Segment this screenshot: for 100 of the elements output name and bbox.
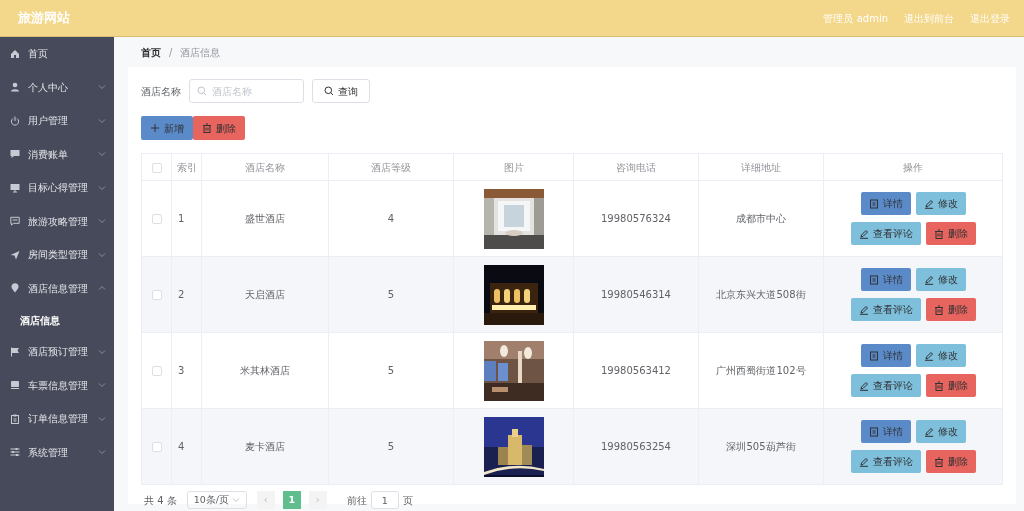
- sidebar-item[interactable]: 订单信息管理: [0, 402, 114, 436]
- column-header: 详细地址: [741, 161, 781, 173]
- column-header: 酒店名称: [245, 161, 285, 173]
- table-cell: 天启酒店: [245, 289, 285, 300]
- pencil-icon: [923, 198, 934, 209]
- table-cell: 19980576324: [601, 213, 671, 224]
- pin-icon: [10, 283, 20, 294]
- table-cell: 5: [387, 441, 395, 452]
- checkbox[interactable]: [151, 162, 162, 173]
- sliders-icon: [10, 447, 20, 458]
- delete-button[interactable]: 删除: [925, 222, 976, 245]
- goto-label: 前往: [346, 493, 367, 508]
- sidebar-item[interactable]: 房间类型管理: [0, 238, 114, 272]
- table-cell: 麦卡酒店: [245, 441, 285, 452]
- document-icon: [868, 426, 879, 437]
- table-cell: 北京东兴大道508街: [716, 289, 806, 300]
- table-cell: 米其林酒店: [240, 365, 290, 376]
- delete-button[interactable]: 删除: [925, 298, 976, 321]
- pencil-icon: [923, 426, 934, 437]
- pencil-icon: [923, 350, 934, 361]
- detail-button[interactable]: 详情: [860, 420, 911, 443]
- review-button[interactable]: 查看评论: [850, 450, 921, 473]
- delete-button[interactable]: 删除: [193, 116, 245, 140]
- detail-button[interactable]: 详情: [860, 192, 911, 215]
- sidebar-item[interactable]: 酒店预订管理: [0, 335, 114, 369]
- add-button[interactable]: 新增: [141, 116, 193, 140]
- clipboard-icon: [10, 413, 20, 424]
- edit-button[interactable]: 修改: [915, 192, 966, 215]
- table-cell: 盛世酒店: [245, 213, 285, 224]
- table-cell: 4: [178, 441, 185, 452]
- table-cell: 1: [178, 213, 185, 224]
- total-count: 共 4 条: [144, 493, 177, 508]
- sidebar-item[interactable]: 系统管理: [0, 435, 114, 469]
- pencil-icon: [923, 274, 934, 285]
- trash-icon: [933, 304, 944, 315]
- trash-icon: [933, 456, 944, 467]
- trash-icon: [933, 380, 944, 391]
- search-icon: [324, 86, 334, 96]
- detail-button[interactable]: 详情: [860, 344, 911, 367]
- detail-button[interactable]: 详情: [860, 268, 911, 291]
- edit-button[interactable]: 修改: [915, 268, 966, 291]
- review-button[interactable]: 查看评论: [850, 222, 921, 245]
- sidebar-item[interactable]: 旅游攻略管理: [0, 204, 114, 238]
- trash-icon: [933, 228, 944, 239]
- trash-icon: [202, 123, 212, 133]
- sidebar-item[interactable]: 首页: [0, 37, 114, 71]
- breadcrumb-separator: /: [169, 45, 173, 60]
- sidebar-item[interactable]: 用户管理: [0, 104, 114, 138]
- delete-button[interactable]: 删除: [925, 374, 976, 397]
- review-button[interactable]: 查看评论: [850, 298, 921, 321]
- document-icon: [868, 350, 879, 361]
- edit-button[interactable]: 修改: [915, 344, 966, 367]
- checkbox[interactable]: [151, 214, 162, 224]
- checkbox[interactable]: [151, 442, 162, 452]
- caret-icon: [231, 496, 240, 504]
- table-cell: 广州西蜀街道102号: [716, 365, 806, 376]
- table-cell: 3: [178, 365, 185, 376]
- sidebar-item[interactable]: 酒店信息管理: [0, 271, 114, 305]
- monitor-icon: [10, 182, 20, 193]
- sidebar-item[interactable]: 目标心得管理: [0, 171, 114, 205]
- delete-button[interactable]: 删除: [925, 450, 976, 473]
- user-icon: [10, 82, 20, 93]
- table-cell: 深圳505葫芦街: [726, 441, 796, 452]
- page-suffix: 页: [402, 493, 413, 508]
- sidebar-item[interactable]: 消费账单: [0, 137, 114, 171]
- review-button[interactable]: 查看评论: [850, 374, 921, 397]
- edit-button[interactable]: 修改: [915, 420, 966, 443]
- message-icon: [10, 216, 20, 227]
- document-icon: [868, 274, 879, 285]
- page-input[interactable]: 1: [370, 491, 399, 509]
- pencil-icon: [858, 304, 869, 315]
- pencil-icon: [858, 380, 869, 391]
- sidebar-item[interactable]: 个人中心: [0, 70, 114, 104]
- breadcrumb-link[interactable]: 首页: [141, 44, 161, 60]
- table-cell: 4: [387, 213, 395, 224]
- flag-icon: [10, 346, 20, 357]
- plus-icon: [150, 123, 160, 133]
- column-header: 图片: [503, 161, 524, 173]
- site-title: 旅游网站: [18, 9, 70, 28]
- send-icon: [10, 249, 20, 260]
- table-cell: 19980546314: [601, 289, 671, 300]
- home-icon: [10, 48, 20, 59]
- checkbox[interactable]: [151, 290, 162, 300]
- column-header: 索引: [176, 161, 197, 173]
- search-icon: [197, 86, 207, 96]
- column-header: 酒店等级: [371, 161, 411, 173]
- table-cell: 2: [178, 289, 185, 300]
- page-size-select[interactable]: 10条/页: [186, 491, 247, 509]
- search-button[interactable]: 查询: [312, 79, 370, 103]
- pencil-icon: [858, 228, 869, 239]
- power-icon: [10, 115, 20, 126]
- checkbox[interactable]: [151, 366, 162, 376]
- table-cell: 19980563254: [601, 441, 671, 452]
- sidebar-item[interactable]: 车票信息管理: [0, 368, 114, 402]
- document-icon: [868, 198, 879, 209]
- table-cell: 5: [387, 289, 395, 300]
- table-cell: 5: [387, 365, 395, 376]
- table-cell: 19980563412: [601, 365, 671, 376]
- sidebar-subitem[interactable]: 酒店信息: [0, 305, 114, 335]
- pencil-icon: [858, 456, 869, 467]
